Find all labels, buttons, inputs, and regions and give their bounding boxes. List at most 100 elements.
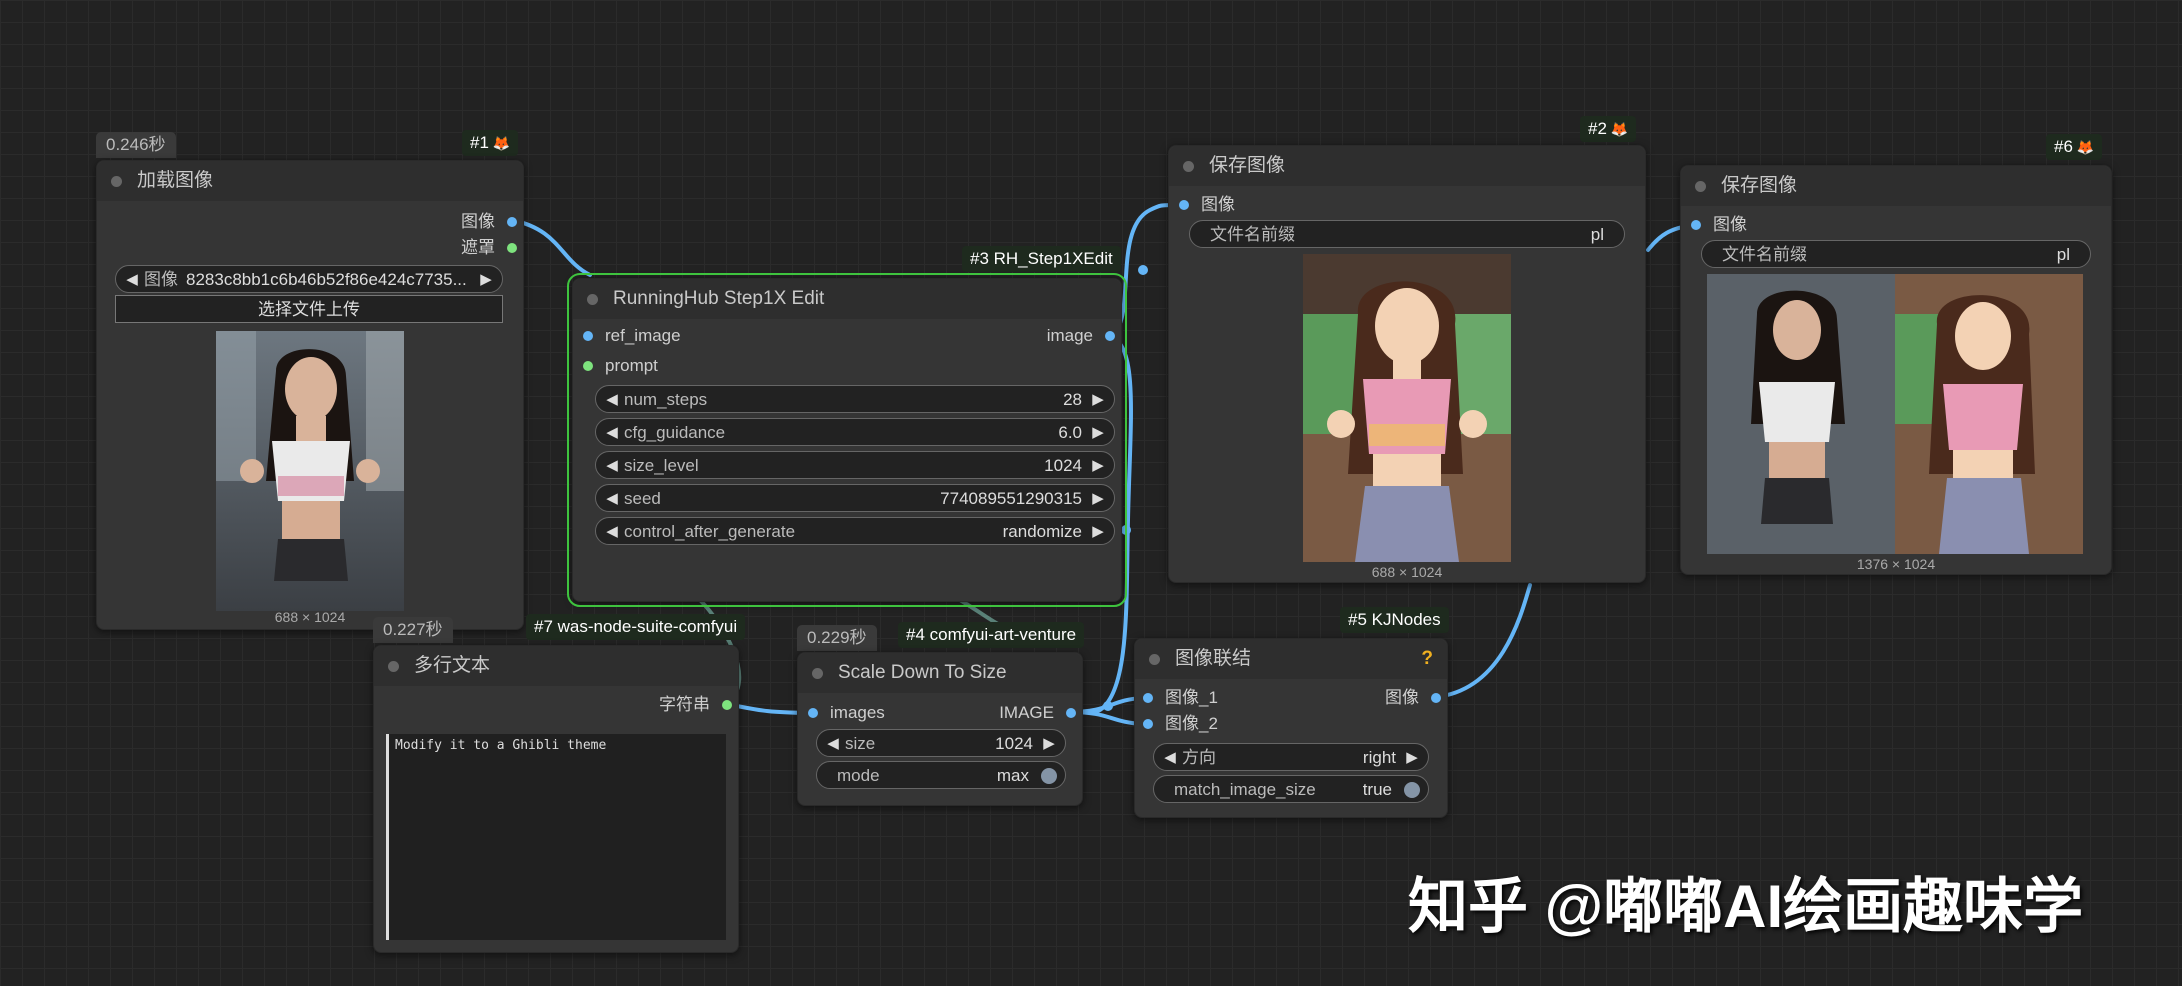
watermark: 知乎 @嘟嘟AI绘画趣味学: [1408, 873, 2084, 940]
node6-badge: #6: [2046, 134, 2103, 160]
input-socket-icon[interactable]: [1143, 719, 1153, 729]
node5-input-image2[interactable]: 图像_2: [1143, 713, 1218, 735]
widget-num-steps[interactable]: ◀ num_steps 28 ▶: [595, 385, 1115, 413]
node5-title-bar[interactable]: 图像联结 ?: [1135, 639, 1447, 679]
widget-value: 28: [1063, 390, 1082, 409]
node3-input-ref-image[interactable]: ref_image: [583, 325, 681, 347]
arrow-left-icon[interactable]: ◀: [602, 386, 622, 414]
link-dot-3: [1103, 701, 1113, 711]
toggle-knob-icon[interactable]: [1041, 768, 1057, 784]
link-dot-2: [1121, 525, 1131, 535]
arrow-right-icon[interactable]: ▶: [1088, 518, 1108, 546]
node1-image-combo[interactable]: ◀ 图像 8283c8bb1c6b46b52f86e424c7735... ▶: [115, 265, 503, 293]
arrow-left-icon[interactable]: ◀: [823, 730, 843, 758]
node1-title-bar[interactable]: 加载图像: [97, 161, 523, 201]
node2-filename-prefix[interactable]: 文件名前缀 pl: [1189, 220, 1625, 248]
node6-title-bar[interactable]: 保存图像: [1681, 166, 2111, 206]
node2-title-bar[interactable]: 保存图像: [1169, 146, 1645, 186]
collapse-dot-icon[interactable]: [1695, 181, 1706, 192]
node-image-concat[interactable]: 图像联结 ? 图像_1 图像_2 图像 ◀ 方向 right ▶ match_i…: [1134, 638, 1448, 818]
widget-label: num_steps: [624, 390, 708, 409]
widget-cfg-guidance[interactable]: ◀ cfg_guidance 6.0 ▶: [595, 418, 1115, 446]
node7-timer: 0.227秒: [373, 617, 453, 643]
node5-output-image[interactable]: 图像: [1385, 687, 1441, 709]
node4-title-bar[interactable]: Scale Down To Size: [798, 653, 1082, 693]
collapse-dot-icon[interactable]: [111, 176, 122, 187]
arrow-right-icon[interactable]: ▶: [1039, 730, 1059, 758]
arrow-left-icon[interactable]: ◀: [602, 518, 622, 546]
node1-output-image[interactable]: 图像: [461, 211, 517, 233]
upload-button[interactable]: 选择文件上传: [115, 295, 503, 323]
collapse-dot-icon[interactable]: [1183, 161, 1194, 172]
node6-preview-image: [1707, 274, 2083, 554]
node-save-image-6[interactable]: 保存图像 图像 文件名前缀 pl 1376 × 1024: [1680, 165, 2112, 575]
arrow-left-icon[interactable]: ◀: [602, 419, 622, 447]
node-save-image-2[interactable]: 保存图像 图像 文件名前缀 pl 688 × 1024: [1168, 145, 1646, 583]
node5-input-image1-label: 图像_1: [1165, 688, 1218, 707]
node2-input-image[interactable]: 图像: [1179, 194, 1235, 216]
node3-input-prompt[interactable]: prompt: [583, 355, 658, 377]
widget-label: size: [845, 734, 876, 753]
output-socket-icon[interactable]: [1066, 708, 1076, 718]
help-question-icon[interactable]: ?: [1421, 639, 1433, 679]
node7-output-string[interactable]: 字符串: [659, 694, 732, 716]
node6-input-image[interactable]: 图像: [1691, 214, 1747, 236]
node-multiline-text[interactable]: 多行文本 字符串 Modify it to a Ghibli theme: [373, 645, 739, 953]
arrow-left-icon[interactable]: ◀: [122, 266, 142, 294]
widget-value: 1024: [1044, 456, 1082, 475]
node3-title-bar[interactable]: RunningHub Step1X Edit: [573, 279, 1121, 319]
input-socket-icon[interactable]: [1143, 693, 1153, 703]
collapse-dot-icon[interactable]: [812, 668, 823, 679]
output-socket-icon[interactable]: [722, 700, 732, 710]
node-runninghub-step1x[interactable]: RunningHub Step1X Edit ref_image prompt …: [567, 273, 1127, 607]
output-socket-icon[interactable]: [1105, 331, 1115, 341]
arrow-right-icon[interactable]: ▶: [1088, 419, 1108, 447]
widget-size-level[interactable]: ◀ size_level 1024 ▶: [595, 451, 1115, 479]
arrow-right-icon[interactable]: ▶: [476, 266, 496, 294]
arrow-right-icon[interactable]: ▶: [1088, 485, 1108, 513]
input-socket-icon[interactable]: [583, 331, 593, 341]
widget-value: pl: [2056, 245, 2070, 264]
node1-output-mask[interactable]: 遮罩: [461, 237, 517, 259]
input-socket-icon[interactable]: [808, 708, 818, 718]
node3-output-image[interactable]: image: [1047, 325, 1115, 347]
collapse-dot-icon[interactable]: [1149, 654, 1160, 665]
arrow-left-icon[interactable]: ◀: [602, 485, 622, 513]
input-socket-icon[interactable]: [1179, 200, 1189, 210]
collapse-dot-icon[interactable]: [587, 294, 598, 305]
output-socket-icon[interactable]: [507, 217, 517, 227]
input-socket-icon[interactable]: [1691, 220, 1701, 230]
node-load-image[interactable]: 加载图像 图像 遮罩 ◀ 图像 8283c8bb1c6b46b52f86e424…: [96, 160, 524, 630]
node4-output-image[interactable]: IMAGE: [999, 702, 1076, 724]
toggle-knob-icon[interactable]: [1404, 782, 1420, 798]
node6-filename-prefix[interactable]: 文件名前缀 pl: [1701, 240, 2091, 268]
arrow-right-icon[interactable]: ▶: [1088, 386, 1108, 414]
prompt-textarea[interactable]: Modify it to a Ghibli theme: [386, 734, 726, 940]
collapse-dot-icon[interactable]: [388, 661, 399, 672]
widget-mode[interactable]: mode max: [816, 761, 1066, 789]
node5-input-image1[interactable]: 图像_1: [1143, 687, 1218, 709]
input-socket-icon[interactable]: [583, 361, 593, 371]
widget-direction[interactable]: ◀ 方向 right ▶: [1153, 743, 1429, 771]
node7-title: 多行文本: [414, 655, 491, 676]
node4-input-images[interactable]: images: [808, 702, 885, 724]
arrow-left-icon[interactable]: ◀: [602, 452, 622, 480]
node1-image-dims: 688 × 1024: [274, 609, 346, 625]
node7-title-bar[interactable]: 多行文本: [374, 646, 738, 686]
widget-label: 方向: [1182, 748, 1216, 767]
widget-seed[interactable]: ◀ seed 774089551290315 ▶: [595, 484, 1115, 512]
widget-value: 774089551290315: [940, 489, 1082, 508]
widget-control-after-generate[interactable]: ◀ control_after_generate randomize ▶: [595, 517, 1115, 545]
output-socket-icon[interactable]: [1431, 693, 1441, 703]
node2-title: 保存图像: [1209, 155, 1286, 176]
widget-label: 文件名前缀: [1722, 245, 1807, 264]
node1-image-combo-value: 8283c8bb1c6b46b52f86e424c7735...: [186, 270, 467, 289]
arrow-left-icon[interactable]: ◀: [1160, 744, 1180, 772]
output-socket-icon[interactable]: [507, 243, 517, 253]
node-scale-down-to-size[interactable]: Scale Down To Size images IMAGE ◀ size 1…: [797, 652, 1083, 806]
widget-size[interactable]: ◀ size 1024 ▶: [816, 729, 1066, 757]
arrow-right-icon[interactable]: ▶: [1088, 452, 1108, 480]
widget-match-image-size[interactable]: match_image_size true: [1153, 775, 1429, 803]
arrow-right-icon[interactable]: ▶: [1402, 744, 1422, 772]
widget-value: pl: [1590, 225, 1604, 244]
